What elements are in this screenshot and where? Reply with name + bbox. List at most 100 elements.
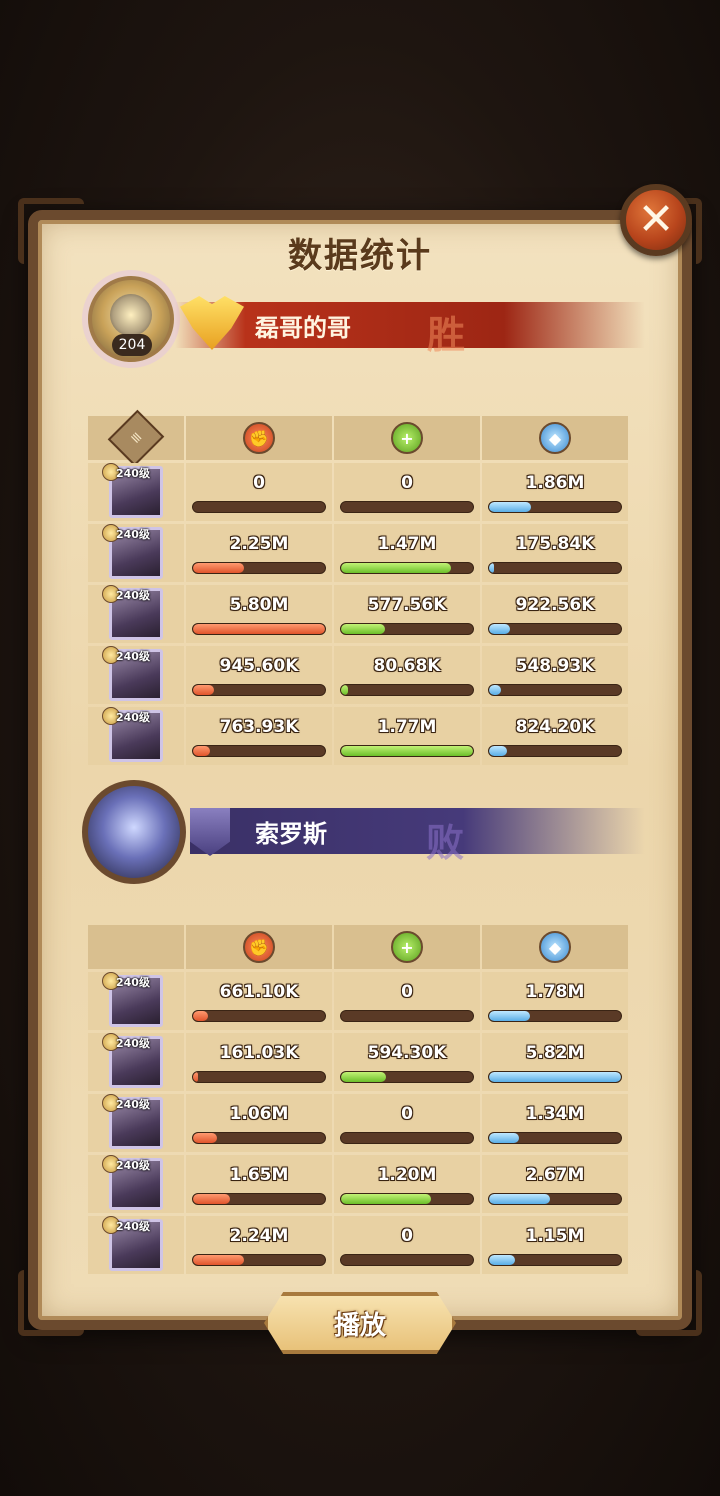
heal-cell: 0 <box>334 1094 480 1152</box>
defense-cell: 1.78M <box>482 972 628 1030</box>
blank-header-cell <box>88 925 184 969</box>
heal-value: 1.20M <box>377 1165 437 1185</box>
heal-value: 0 <box>401 1104 413 1124</box>
defense-header-cell: ◆ <box>482 416 628 460</box>
damage-cell: 5.80M <box>186 585 332 643</box>
defense-cell: 824.20K <box>482 707 628 765</box>
damage-value: 161.03K <box>219 1043 299 1063</box>
damage-cell: 661.10K <box>186 972 332 1030</box>
stats-header-row: ✊ + ◆ <box>88 925 632 969</box>
damage-value: 945.60K <box>219 656 299 676</box>
hero-cell: 240级 <box>88 463 184 521</box>
damage-bar <box>192 562 326 574</box>
report-header-cell: ≡ <box>88 409 184 467</box>
heal-bar <box>340 684 474 696</box>
hero-level: 240级 <box>116 589 150 602</box>
heal-cell: 80.68K <box>334 646 480 704</box>
hero-stats-row: 240级 0 0 1.86M <box>88 463 632 521</box>
hero-level: 240级 <box>116 1220 150 1233</box>
hero-level: 240级 <box>116 528 150 541</box>
team1-banner: 磊哥的哥 胜 <box>175 302 645 357</box>
defense-cell: 1.34M <box>482 1094 628 1152</box>
heal-cell: 1.47M <box>334 524 480 582</box>
damage-value: 1.65M <box>229 1165 289 1185</box>
report-icon[interactable]: ≡ <box>107 409 165 467</box>
damage-value: 2.25M <box>229 534 289 554</box>
heal-header-cell: + <box>334 416 480 460</box>
heal-bar <box>340 1254 474 1266</box>
damage-bar <box>192 501 326 513</box>
defense-bar-fill <box>489 685 501 695</box>
hero-level: 240级 <box>116 467 150 480</box>
close-button[interactable]: ✕ <box>620 184 692 256</box>
defense-cell: 175.84K <box>482 524 628 582</box>
defense-bar <box>488 1071 622 1083</box>
heal-bar <box>340 1132 474 1144</box>
damage-bar <box>192 1010 326 1022</box>
panel-title: 数据统计 <box>288 236 432 276</box>
defense-icon: ◆ <box>539 422 571 454</box>
damage-bar-fill <box>193 685 215 695</box>
team2-banner: 索罗斯 败 <box>190 808 645 865</box>
defense-cell: 2.67M <box>482 1155 628 1213</box>
hero-cell: 240级 <box>88 1216 184 1274</box>
hero-stats-row: 240级 2.24M 0 1.15M <box>88 1216 632 1274</box>
damage-value: 0 <box>253 473 265 493</box>
heal-value: 80.68K <box>373 656 441 676</box>
hero-cell: 240级 <box>88 972 184 1030</box>
defense-value: 1.78M <box>525 982 585 1002</box>
enemy-avatar[interactable] <box>82 780 186 884</box>
defense-bar-fill <box>489 624 511 634</box>
heal-bar <box>340 1010 474 1022</box>
defense-bar <box>488 1010 622 1022</box>
hero-stats-row: 240级 5.80M 577.56K 922.56K <box>88 585 632 643</box>
hero-level: 240级 <box>116 711 150 724</box>
defense-bar <box>488 562 622 574</box>
heal-icon: + <box>391 931 423 963</box>
defense-bar <box>488 1193 622 1205</box>
heal-cell: 0 <box>334 463 480 521</box>
damage-bar <box>192 1132 326 1144</box>
defense-value: 2.67M <box>525 1165 585 1185</box>
hero-level: 240级 <box>116 1037 150 1050</box>
damage-bar-fill <box>193 1011 208 1021</box>
heal-bar-fill <box>341 563 451 573</box>
defense-cell: 548.93K <box>482 646 628 704</box>
damage-value: 661.10K <box>219 982 299 1002</box>
damage-bar-fill <box>193 624 325 634</box>
hero-stats-row: 240级 661.10K 0 1.78M <box>88 972 632 1030</box>
hero-level: 240级 <box>116 1098 150 1111</box>
damage-cell: 0 <box>186 463 332 521</box>
defense-bar-fill <box>489 1133 520 1143</box>
hero-stats-row: 240级 2.25M 1.47M 175.84K <box>88 524 632 582</box>
defense-value: 1.86M <box>525 473 585 493</box>
heal-value: 594.30K <box>367 1043 447 1063</box>
defense-bar-fill <box>489 746 508 756</box>
damage-bar-fill <box>193 746 211 756</box>
defense-cell: 1.15M <box>482 1216 628 1274</box>
defense-value: 824.20K <box>515 717 595 737</box>
damage-bar-fill <box>193 563 245 573</box>
close-icon[interactable]: ✕ <box>638 198 675 242</box>
hero-cell: 240级 <box>88 524 184 582</box>
stats-header-row: ≡ ✊ + ◆ <box>88 409 632 467</box>
heal-value: 1.77M <box>377 717 437 737</box>
play-button[interactable]: 播放 <box>264 1292 456 1354</box>
hero-level: 240级 <box>116 650 150 663</box>
defense-value: 1.34M <box>525 1104 585 1124</box>
player-level-badge: 204 <box>112 334 152 356</box>
defense-value: 922.56K <box>515 595 595 615</box>
defense-bar-fill <box>489 1011 530 1021</box>
defense-bar <box>488 1254 622 1266</box>
defense-cell: 922.56K <box>482 585 628 643</box>
damage-value: 1.06M <box>229 1104 289 1124</box>
damage-bar-fill <box>193 1133 217 1143</box>
hero-cell: 240级 <box>88 1094 184 1152</box>
defense-value: 1.15M <box>525 1226 585 1246</box>
panel-corner-decoration <box>18 1270 84 1336</box>
damage-header-cell: ✊ <box>186 416 332 460</box>
damage-cell: 763.93K <box>186 707 332 765</box>
defense-cell: 1.86M <box>482 463 628 521</box>
defense-header-cell: ◆ <box>482 925 628 969</box>
heal-bar <box>340 623 474 635</box>
